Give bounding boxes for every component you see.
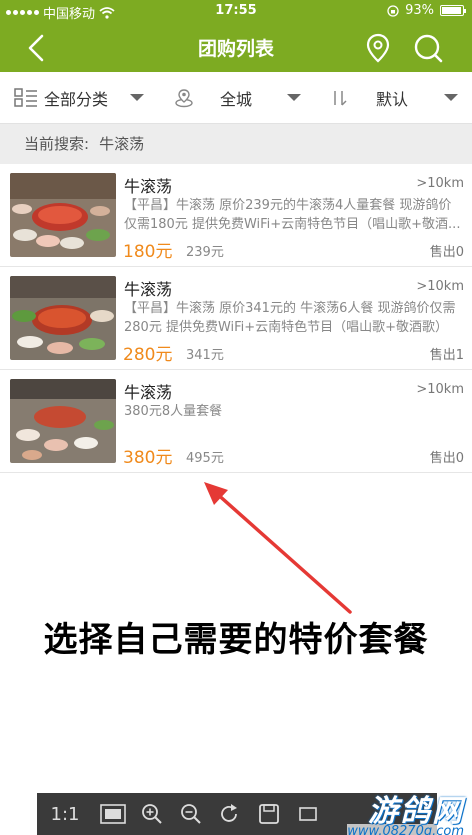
zoom-out-icon	[180, 804, 201, 824]
status-bar: 中国移动 17:55 93%	[0, 0, 472, 24]
chevron-down-icon[interactable]	[287, 94, 301, 101]
site-watermark: 游鸽网 www.08270g.com	[347, 786, 464, 835]
deal-original-price: 341元	[186, 348, 224, 363]
deal-title: 牛滚荡	[124, 280, 173, 299]
sort-filter-label: 默认	[376, 90, 409, 109]
deal-distance: >10km	[416, 382, 464, 397]
sort-filter[interactable]: 默认	[330, 72, 408, 124]
save-icon	[258, 804, 279, 824]
battery-level-fill	[442, 7, 461, 14]
current-search-label: 当前搜索:	[24, 135, 90, 153]
deal-price: 380元	[123, 448, 173, 468]
current-search-keyword: 牛滚荡	[99, 135, 145, 153]
area-filter-label: 全城	[220, 90, 253, 109]
list-item[interactable]: 牛滚荡 >10km 【平昌】牛滚荡 原价341元的 牛滚荡6人餐 现游鸽价仅需2…	[0, 267, 472, 370]
watermark-url: www.08270g.com	[347, 824, 464, 835]
deal-sold-count: 售出0	[429, 245, 464, 260]
crop-icon	[298, 807, 317, 821]
status-right: 93%	[387, 3, 466, 18]
battery-icon	[440, 5, 466, 16]
deal-original-price: 495元	[186, 451, 224, 466]
save-button[interactable]	[249, 793, 288, 835]
zoom-in-icon	[141, 804, 162, 824]
battery-percent: 93%	[405, 3, 434, 18]
deal-distance: >10km	[416, 176, 464, 191]
deal-title: 牛滚荡	[124, 177, 173, 196]
crop-button[interactable]	[288, 793, 327, 835]
chevron-down-icon[interactable]	[130, 94, 144, 101]
search-icon[interactable]	[412, 32, 444, 64]
filter-bar: 全部分类 全城 默认	[0, 72, 472, 124]
location-icon	[175, 89, 193, 108]
deal-thumbnail	[10, 173, 116, 257]
zoom-out-button[interactable]	[171, 793, 210, 835]
deal-description: 【平昌】牛滚荡 原价341元的 牛滚荡6人餐 现游鸽价仅需280元 提供免费Wi…	[124, 301, 456, 335]
actual-size-button[interactable]: 1:1	[37, 804, 93, 825]
sort-icon	[334, 91, 347, 106]
list-item[interactable]: 牛滚荡 >10km 【平昌】牛滚荡 原价239元的牛滚荡4人量套餐 现游鸽价仅需…	[0, 164, 472, 267]
deal-thumbnail	[10, 379, 116, 463]
deal-thumbnail	[10, 276, 116, 360]
fit-screen-button[interactable]	[93, 793, 132, 835]
page-title: 团购列表	[197, 38, 274, 60]
list-item[interactable]: 牛滚荡 >10km 380元8人量套餐 380元 495元 售出0	[0, 370, 472, 473]
nav-bar: 团购列表	[0, 24, 472, 72]
deal-sold-count: 售出0	[429, 451, 464, 466]
deal-original-price: 239元	[186, 245, 224, 260]
rotate-button[interactable]	[210, 793, 249, 835]
current-search-bar: 当前搜索: 牛滚荡	[0, 124, 472, 164]
deal-description: 【平昌】牛滚荡 原价239元的牛滚荡4人量套餐 现游鸽价仅需180元 提供免费W…	[124, 198, 461, 232]
deal-distance: >10km	[416, 279, 464, 294]
rotate-icon	[220, 804, 237, 822]
area-filter[interactable]: 全城	[174, 72, 252, 124]
category-list-icon	[14, 88, 37, 107]
orientation-lock-icon	[387, 4, 399, 17]
deal-sold-count: 售出1	[429, 348, 464, 363]
zoom-in-button[interactable]	[132, 793, 171, 835]
deal-title: 牛滚荡	[124, 383, 173, 402]
deal-price: 280元	[123, 345, 173, 365]
category-filter[interactable]: 全部分类	[14, 72, 108, 124]
deal-price: 180元	[123, 242, 173, 262]
deal-description: 380元8人量套餐	[124, 404, 223, 419]
category-filter-label: 全部分类	[44, 90, 109, 109]
fit-screen-icon	[99, 804, 126, 824]
annotation-text: 选择自己需要的特价套餐	[43, 620, 429, 660]
location-pin-icon[interactable]	[364, 32, 392, 64]
app-header: 中国移动 17:55 93% 团购列表	[0, 0, 472, 72]
chevron-down-icon[interactable]	[444, 94, 458, 101]
